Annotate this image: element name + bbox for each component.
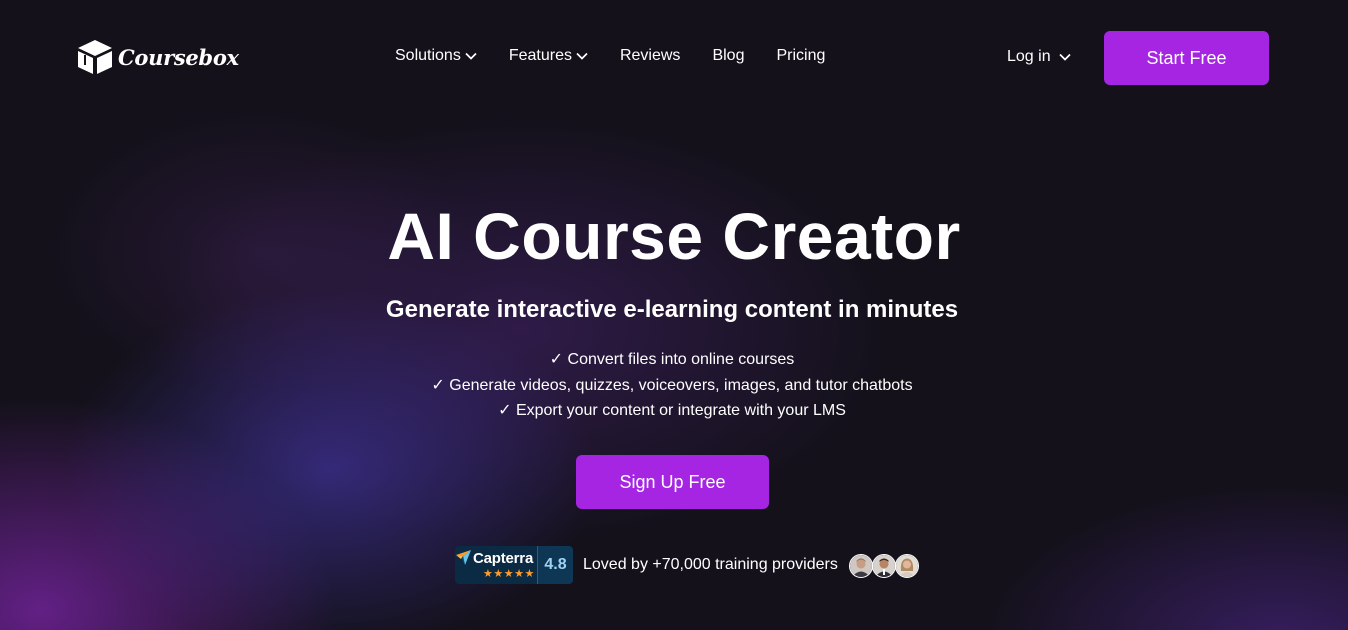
feature-item: ✓ Export your content or integrate with … xyxy=(498,402,846,419)
nav-label: Blog xyxy=(712,47,745,64)
nav-label: Solutions xyxy=(395,47,461,64)
hero-title: AI Course Creator xyxy=(387,199,961,273)
nav-pricing[interactable]: Pricing xyxy=(776,47,825,65)
capterra-score: 4.8 xyxy=(537,546,573,584)
hero-subtitle: Generate interactive e-learning content … xyxy=(385,296,959,323)
nav-label: Features xyxy=(508,47,572,64)
reviewer-avatars xyxy=(849,554,919,578)
brand-logo[interactable]: Coursebox xyxy=(76,38,239,76)
nav-blog[interactable]: Blog xyxy=(712,47,744,65)
reviewer-avatar-3 xyxy=(895,554,919,578)
capterra-name: Capterra xyxy=(473,550,534,567)
capterra-stars: ★★★★★ xyxy=(483,568,535,580)
nav-reviews[interactable]: Reviews xyxy=(620,47,680,65)
capterra-badge[interactable]: Capterra ★★★★★ 4.8 xyxy=(455,546,573,584)
feature-item: ✓ Generate videos, quizzes, voiceovers, … xyxy=(431,376,913,394)
chevron-down-icon xyxy=(1058,53,1071,61)
main-nav: Solutions Features Reviews Blog Pricing xyxy=(395,47,825,65)
capterra-logo: Capterra ★★★★★ xyxy=(455,546,537,584)
chevron-down-icon xyxy=(465,52,477,60)
feature-list: ✓ Convert files into online courses ✓ Ge… xyxy=(0,347,1344,424)
nav-label: Reviews xyxy=(619,47,681,64)
nav-solutions[interactable]: Solutions xyxy=(395,47,477,65)
start-free-button[interactable]: Start Free xyxy=(1104,31,1269,85)
sign-up-button[interactable]: Sign Up Free xyxy=(576,455,769,509)
reviewer-avatar-2 xyxy=(872,554,896,578)
reviewer-avatar-1 xyxy=(849,554,873,578)
login-dropdown[interactable]: Log in xyxy=(1007,48,1071,66)
loved-by-text: Loved by +70,000 training providers xyxy=(583,556,838,573)
nav-features[interactable]: Features xyxy=(509,47,588,65)
nav-label: Pricing xyxy=(776,47,826,64)
box-icon xyxy=(76,38,114,76)
feature-item: ✓ Convert files into online courses xyxy=(549,351,795,368)
chevron-down-icon xyxy=(576,52,588,60)
capterra-arrow-icon xyxy=(455,549,473,572)
login-label: Log in xyxy=(1007,48,1051,65)
brand-name: Coursebox xyxy=(118,44,239,70)
